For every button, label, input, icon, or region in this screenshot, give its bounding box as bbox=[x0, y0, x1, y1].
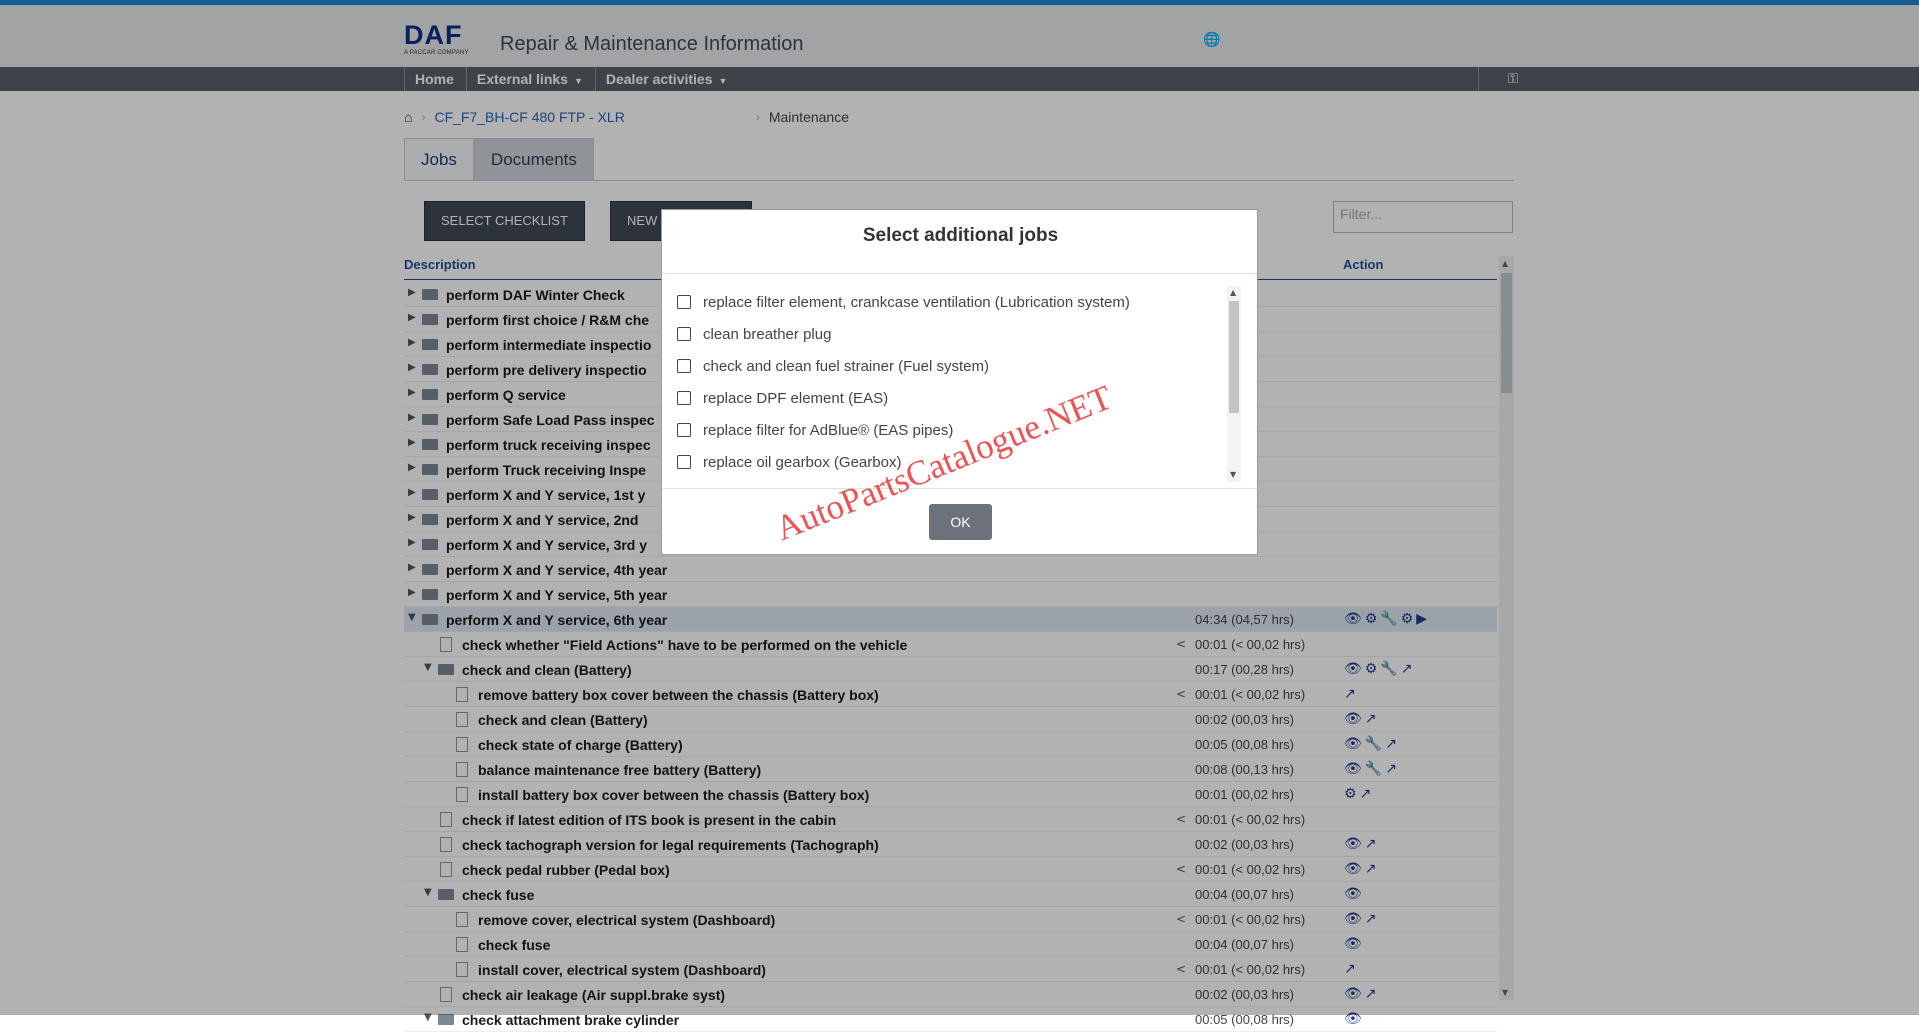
job-option[interactable]: replace DPF element (EAS) bbox=[677, 382, 1232, 414]
checkbox[interactable] bbox=[677, 359, 691, 373]
ok-button[interactable]: OK bbox=[929, 504, 992, 540]
job-option-label: replace DPF element (EAS) bbox=[703, 389, 889, 407]
dialog-scrollbar[interactable]: ▲ ▼ bbox=[1227, 286, 1241, 482]
job-option[interactable]: replace filter element, crankcase ventil… bbox=[677, 286, 1232, 318]
job-option[interactable]: check and clean fuel strainer (Fuel syst… bbox=[677, 350, 1232, 382]
checkbox[interactable] bbox=[677, 295, 691, 309]
job-option-label: check and clean fuel strainer (Fuel syst… bbox=[703, 357, 989, 375]
job-option[interactable]: clean breather plug bbox=[677, 318, 1232, 350]
select-jobs-dialog: Select additional jobs replace filter el… bbox=[661, 209, 1258, 555]
dialog-divider bbox=[662, 488, 1257, 489]
checkbox[interactable] bbox=[677, 455, 691, 469]
job-option-label: clean breather plug bbox=[703, 325, 832, 343]
dialog-title: Select additional jobs bbox=[862, 225, 1059, 246]
checkbox[interactable] bbox=[677, 327, 691, 341]
checkbox[interactable] bbox=[677, 391, 691, 405]
scroll-up-icon[interactable]: ▲ bbox=[1230, 288, 1236, 297]
scrollbar-thumb[interactable] bbox=[1229, 301, 1239, 413]
job-option-label: replace filter for AdBlue® (EAS pipes) bbox=[703, 421, 954, 439]
scroll-down-icon[interactable]: ▼ bbox=[1230, 470, 1236, 479]
checkbox[interactable] bbox=[677, 423, 691, 437]
folder-icon bbox=[438, 1014, 454, 1025]
job-option-label: replace oil gearbox (Gearbox) bbox=[703, 453, 902, 471]
dialog-divider bbox=[662, 273, 1257, 274]
job-option-label: replace filter element, crankcase ventil… bbox=[703, 293, 1130, 311]
